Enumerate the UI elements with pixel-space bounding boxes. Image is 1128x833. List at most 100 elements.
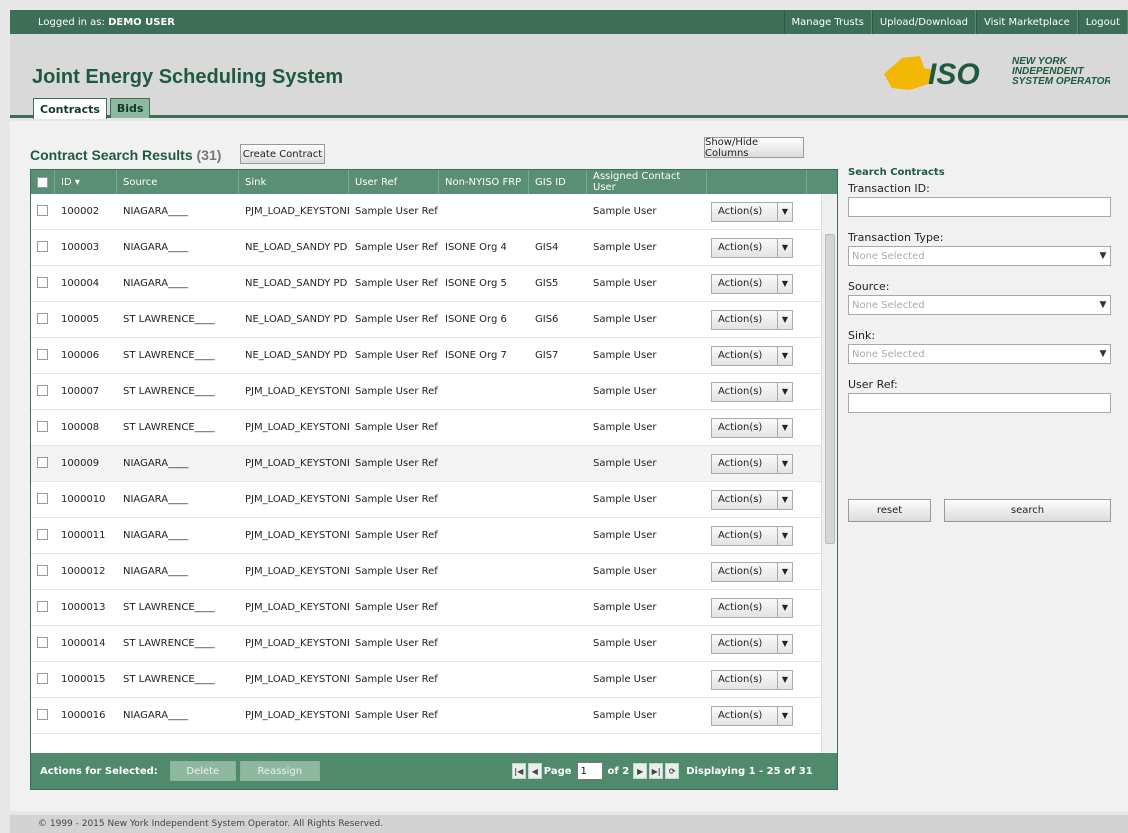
table-row[interactable]: 1000015 ST LAWRENCE____ PJM_LOAD_KEYSTONE S… bbox=[31, 662, 823, 698]
action-dropdown[interactable]: Action(s) ▼ bbox=[711, 489, 793, 510]
action-dropdown[interactable]: Action(s) ▼ bbox=[711, 561, 793, 582]
page-number-input[interactable]: 1 bbox=[576, 762, 603, 780]
row-select-cell bbox=[31, 600, 55, 615]
transaction-type-select[interactable]: None Selected ▼ bbox=[848, 246, 1111, 266]
prev-page-icon[interactable]: ◀ bbox=[527, 763, 542, 779]
col-user-ref[interactable]: User Ref bbox=[349, 170, 439, 194]
row-checkbox[interactable] bbox=[37, 276, 48, 288]
login-status: Logged in as: DEMO USER bbox=[10, 17, 175, 28]
action-dropdown[interactable]: Action(s) ▼ bbox=[711, 453, 793, 474]
results-title-text: Contract Search Results bbox=[30, 147, 193, 163]
col-source[interactable]: Source bbox=[117, 170, 239, 194]
tab-bids[interactable]: Bids bbox=[109, 98, 151, 118]
table-row[interactable]: 100009 NIAGARA____ PJM_LOAD_KEYSTONE Sample… bbox=[31, 446, 823, 482]
cell-sink: PJM_LOAD_KEYSTONE bbox=[245, 530, 349, 541]
refresh-icon[interactable]: ⟳ bbox=[665, 763, 680, 779]
transaction-id-input[interactable] bbox=[848, 197, 1111, 217]
upload-download-link[interactable]: Upload/Download bbox=[871, 10, 976, 34]
delete-button[interactable]: Delete bbox=[169, 761, 236, 781]
first-page-icon[interactable]: |◀ bbox=[511, 763, 526, 779]
cell-contact: Sample User bbox=[593, 710, 657, 721]
row-checkbox[interactable] bbox=[37, 348, 48, 360]
table-row[interactable]: 1000010 NIAGARA____ PJM_LOAD_KEYSTONE Sampl… bbox=[31, 482, 823, 518]
row-checkbox[interactable] bbox=[37, 312, 48, 324]
search-button[interactable]: search bbox=[944, 499, 1111, 522]
cell-user-ref: Sample User Ref bbox=[355, 638, 438, 649]
last-page-icon[interactable]: ▶| bbox=[649, 763, 664, 779]
action-dropdown[interactable]: Action(s) ▼ bbox=[711, 201, 793, 222]
next-page-icon[interactable]: ▶ bbox=[633, 763, 648, 779]
cell-source: ST LAWRENCE____ bbox=[123, 638, 215, 649]
row-checkbox[interactable] bbox=[37, 204, 48, 216]
table-row[interactable]: 1000012 NIAGARA____ PJM_LOAD_KEYSTONE Sampl… bbox=[31, 554, 823, 590]
sink-label: Sink: bbox=[848, 329, 876, 342]
col-gis-id[interactable]: GIS ID bbox=[529, 170, 587, 194]
create-contract-button[interactable]: Create Contract bbox=[240, 144, 325, 164]
cell-user-ref: Sample User Ref bbox=[355, 566, 438, 577]
action-dropdown[interactable]: Action(s) ▼ bbox=[711, 417, 793, 438]
source-select[interactable]: None Selected ▼ bbox=[848, 295, 1111, 315]
action-dropdown[interactable]: Action(s) ▼ bbox=[711, 705, 793, 726]
table-row[interactable]: 100002 NIAGARA____ PJM_LOAD_KEYSTONE Sample… bbox=[31, 194, 823, 230]
action-dropdown[interactable]: Action(s) ▼ bbox=[711, 633, 793, 654]
col-non-nyiso-frp[interactable]: Non-NYISO FRP bbox=[439, 170, 529, 194]
reset-button[interactable]: reset bbox=[848, 499, 931, 522]
col-id[interactable]: ID ▾ bbox=[55, 170, 117, 194]
row-checkbox[interactable] bbox=[37, 564, 48, 576]
table-row[interactable]: 100006 ST LAWRENCE____ NE_LOAD_SANDY PD Sam… bbox=[31, 338, 823, 374]
row-checkbox[interactable] bbox=[37, 636, 48, 648]
cell-source: ST LAWRENCE____ bbox=[123, 602, 215, 613]
table-row[interactable]: 100008 ST LAWRENCE____ PJM_LOAD_KEYSTONE Sa… bbox=[31, 410, 823, 446]
cell-contact: Sample User bbox=[593, 314, 657, 325]
table-row[interactable]: 1000016 NIAGARA____ PJM_LOAD_KEYSTONE Sampl… bbox=[31, 698, 823, 734]
row-checkbox[interactable] bbox=[37, 492, 48, 504]
row-checkbox[interactable] bbox=[37, 600, 48, 612]
cell-source: NIAGARA____ bbox=[123, 278, 189, 289]
grid-scrollbar[interactable] bbox=[821, 194, 837, 754]
cell-sink: PJM_LOAD_KEYSTONE bbox=[245, 710, 349, 721]
action-dropdown[interactable]: Action(s) ▼ bbox=[711, 381, 793, 402]
action-dropdown-label: Action(s) bbox=[718, 422, 763, 433]
show-hide-columns-button[interactable]: Show/Hide Columns bbox=[704, 137, 804, 159]
row-checkbox[interactable] bbox=[37, 384, 48, 396]
row-select-cell bbox=[31, 708, 55, 723]
row-select-cell bbox=[31, 564, 55, 579]
grid-header: ID ▾ Source Sink User Ref Non-NYISO FRP … bbox=[31, 170, 837, 194]
table-row[interactable]: 100003 NIAGARA____ NE_LOAD_SANDY PD Sample … bbox=[31, 230, 823, 266]
action-dropdown[interactable]: Action(s) ▼ bbox=[711, 525, 793, 546]
action-dropdown[interactable]: Action(s) ▼ bbox=[711, 309, 793, 330]
col-assigned-contact-user[interactable]: Assigned Contact User bbox=[587, 170, 707, 194]
table-row[interactable]: 1000011 NIAGARA____ PJM_LOAD_KEYSTONE Sampl… bbox=[31, 518, 823, 554]
cell-id: 100005 bbox=[61, 314, 100, 325]
select-all-checkbox[interactable] bbox=[37, 176, 48, 188]
cell-contact: Sample User bbox=[593, 602, 657, 613]
grid-scrollbar-thumb[interactable] bbox=[825, 234, 835, 544]
action-dropdown-label: Action(s) bbox=[718, 314, 763, 325]
action-dropdown[interactable]: Action(s) ▼ bbox=[711, 597, 793, 618]
manage-trusts-link[interactable]: Manage Trusts bbox=[783, 10, 872, 34]
action-dropdown[interactable]: Action(s) ▼ bbox=[711, 237, 793, 258]
reassign-button[interactable]: Reassign bbox=[239, 761, 320, 781]
table-row[interactable]: 100004 NIAGARA____ NE_LOAD_SANDY PD Sample … bbox=[31, 266, 823, 302]
user-ref-input[interactable] bbox=[848, 393, 1111, 413]
sink-select[interactable]: None Selected ▼ bbox=[848, 344, 1111, 364]
col-sink[interactable]: Sink bbox=[239, 170, 349, 194]
tab-contracts[interactable]: Contracts bbox=[33, 98, 107, 119]
row-checkbox[interactable] bbox=[37, 672, 48, 684]
table-row[interactable]: 1000013 ST LAWRENCE____ PJM_LOAD_KEYSTONE S… bbox=[31, 590, 823, 626]
logout-link[interactable]: Logout bbox=[1077, 10, 1128, 34]
action-dropdown[interactable]: Action(s) ▼ bbox=[711, 345, 793, 366]
table-row[interactable]: 100007 ST LAWRENCE____ PJM_LOAD_KEYSTONE Sa… bbox=[31, 374, 823, 410]
table-row[interactable]: 100005 ST LAWRENCE____ NE_LOAD_SANDY PD Sam… bbox=[31, 302, 823, 338]
row-checkbox[interactable] bbox=[37, 456, 48, 468]
action-dropdown[interactable]: Action(s) ▼ bbox=[711, 273, 793, 294]
action-dropdown[interactable]: Action(s) ▼ bbox=[711, 669, 793, 690]
table-row[interactable]: 1000014 ST LAWRENCE____ PJM_LOAD_KEYSTONE S… bbox=[31, 626, 823, 662]
row-checkbox[interactable] bbox=[37, 420, 48, 432]
cell-sink: NE_LOAD_SANDY PD bbox=[245, 278, 348, 289]
row-checkbox[interactable] bbox=[37, 708, 48, 720]
row-checkbox[interactable] bbox=[37, 528, 48, 540]
row-checkbox[interactable] bbox=[37, 240, 48, 252]
row-select-cell bbox=[31, 204, 55, 219]
visit-marketplace-link[interactable]: Visit Marketplace bbox=[975, 10, 1078, 34]
